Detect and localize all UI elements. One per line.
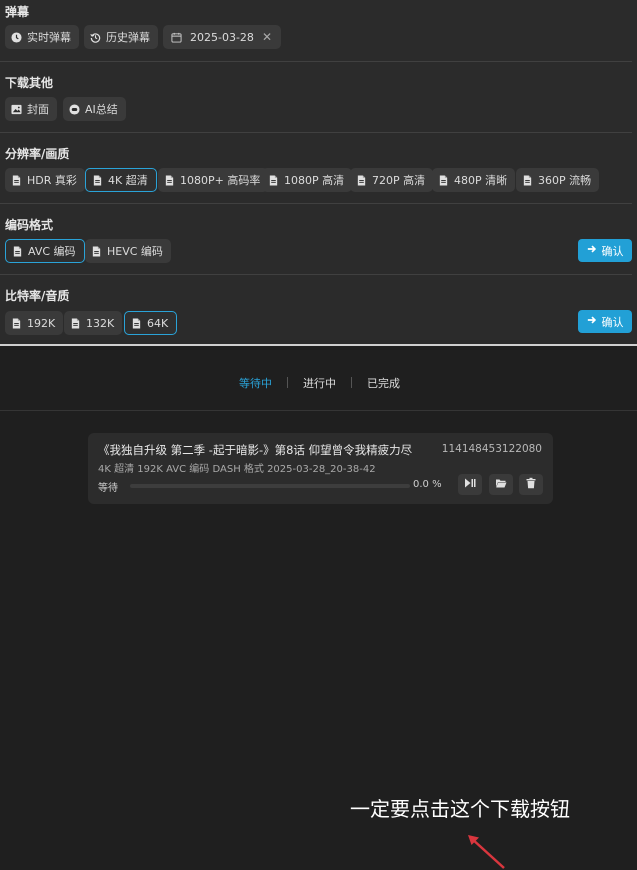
date-picker[interactable]: 2025-03-28 ✕ xyxy=(163,25,281,49)
file-icon xyxy=(12,245,23,257)
history-danmaku-label: 历史弹幕 xyxy=(106,31,150,44)
resolution-option-1080p[interactable]: 1080P+ 高码率 xyxy=(158,168,269,192)
resolution-option-label: 360P 流畅 xyxy=(538,174,592,187)
date-value: 2025-03-28 xyxy=(190,30,254,44)
file-icon xyxy=(11,317,22,329)
task-id: 114148453122080 xyxy=(441,443,542,455)
arrow-right-icon xyxy=(587,315,597,328)
tab-waiting[interactable]: 等待中 xyxy=(239,375,272,391)
clock-icon xyxy=(11,31,22,43)
realtime-danmaku-label: 实时弹幕 xyxy=(27,31,71,44)
file-icon xyxy=(268,174,279,186)
tab-separator xyxy=(287,377,288,388)
start-pause-download-button[interactable] xyxy=(458,474,482,495)
resolution-option-label: 1080P+ 高码率 xyxy=(180,174,261,187)
tab-separator xyxy=(351,377,352,388)
calendar-icon xyxy=(171,32,182,43)
delete-task-button[interactable] xyxy=(519,474,543,495)
section-divider xyxy=(0,203,632,204)
realtime-danmaku-button[interactable]: 实时弹幕 xyxy=(5,25,79,49)
section-divider xyxy=(0,274,632,275)
folder-open-icon xyxy=(495,477,507,492)
resolution-option-1080p[interactable]: 1080P 高清 xyxy=(262,168,353,192)
download-options-panel: 弹幕 实时弹幕 历史弹幕 2025-03-28 ✕ 下载其他 封面 AI总结 分… xyxy=(0,0,637,346)
task-meta: 4K 超清 192K AVC 编码 DASH 格式 2025-03-28_20-… xyxy=(98,464,376,475)
codec-option-label: AVC 编码 xyxy=(28,245,76,258)
cover-label: 封面 xyxy=(27,103,49,116)
tab-in-progress[interactable]: 进行中 xyxy=(303,375,336,391)
resolution-option-label: 480P 清晰 xyxy=(454,174,508,187)
tabs-divider xyxy=(0,410,637,411)
task-progress-bar xyxy=(130,484,410,488)
open-folder-button[interactable] xyxy=(489,474,513,495)
resolution-option-4k[interactable]: 4K 超清 xyxy=(85,168,157,192)
download-task-card: 《我独自升级 第二季 -起于暗影-》第8话 仰望曾令我精疲力尽 11414845… xyxy=(88,433,553,504)
file-icon xyxy=(164,174,175,186)
resolution-option-label: 4K 超清 xyxy=(108,174,148,187)
file-icon xyxy=(522,174,533,186)
download-queue-tabs: 等待中 进行中 已完成 xyxy=(0,372,637,392)
file-icon xyxy=(356,174,367,186)
bitrate-option-132k[interactable]: 132K xyxy=(64,311,123,335)
resolution-section-title: 分辨率/画质 xyxy=(5,147,70,161)
codec-option-hevc[interactable]: HEVC 编码 xyxy=(85,239,171,263)
section-divider xyxy=(0,61,632,62)
play-pause-icon xyxy=(464,477,476,492)
codec-confirm-button[interactable]: 确认 xyxy=(578,239,632,262)
ai-icon xyxy=(69,103,80,115)
clear-date-icon[interactable]: ✕ xyxy=(262,30,272,44)
resolution-option-360p[interactable]: 360P 流畅 xyxy=(516,168,600,192)
file-icon xyxy=(131,317,142,329)
codec-section-title: 编码格式 xyxy=(5,218,54,232)
history-icon xyxy=(90,32,101,43)
history-danmaku-button[interactable]: 历史弹幕 xyxy=(84,25,158,49)
resolution-option-480p[interactable]: 480P 清晰 xyxy=(432,168,516,192)
bitrate-option-192k[interactable]: 192K xyxy=(5,311,64,335)
red-arrow-icon xyxy=(468,835,505,869)
download-other-section-title: 下载其他 xyxy=(5,76,54,90)
image-icon xyxy=(11,104,22,115)
resolution-option-label: 720P 高清 xyxy=(372,174,426,187)
resolution-option-hdr[interactable]: HDR 真彩 xyxy=(5,168,85,192)
tab-completed[interactable]: 已完成 xyxy=(367,375,400,391)
resolution-option-label: 1080P 高清 xyxy=(284,174,345,187)
bitrate-section-title: 比特率/音质 xyxy=(5,289,70,303)
task-progress-text: 0.0 % xyxy=(413,479,442,490)
codec-option-label: HEVC 编码 xyxy=(107,245,163,258)
arrow-right-icon xyxy=(587,244,597,257)
bitrate-option-label: 64K xyxy=(147,316,169,330)
file-icon xyxy=(91,245,102,257)
bitrate-option-label: 132K xyxy=(86,316,115,330)
file-icon xyxy=(70,317,81,329)
bitrate-option-label: 192K xyxy=(27,316,56,330)
danmaku-section-title: 弹幕 xyxy=(5,5,30,19)
section-divider xyxy=(0,132,632,133)
file-icon xyxy=(92,174,103,186)
file-icon xyxy=(438,174,449,186)
file-icon xyxy=(11,174,22,186)
ai-summary-button[interactable]: AI总结 xyxy=(63,97,126,121)
ai-summary-label: AI总结 xyxy=(85,103,118,116)
resolution-option-label: HDR 真彩 xyxy=(27,174,77,187)
task-title: 《我独自升级 第二季 -起于暗影-》第8话 仰望曾令我精疲力尽 xyxy=(98,443,413,457)
bitrate-confirm-button[interactable]: 确认 xyxy=(578,310,632,333)
cover-button[interactable]: 封面 xyxy=(5,97,57,121)
trash-icon xyxy=(525,477,537,492)
bitrate-confirm-label: 确认 xyxy=(601,315,624,329)
bitrate-option-64k[interactable]: 64K xyxy=(124,311,178,335)
task-status: 等待 xyxy=(98,483,118,494)
codec-confirm-label: 确认 xyxy=(601,244,624,258)
resolution-option-720p[interactable]: 720P 高清 xyxy=(350,168,434,192)
annotation-text: 一定要点击这个下载按钮 xyxy=(350,797,570,821)
codec-option-avc[interactable]: AVC 编码 xyxy=(5,239,85,263)
